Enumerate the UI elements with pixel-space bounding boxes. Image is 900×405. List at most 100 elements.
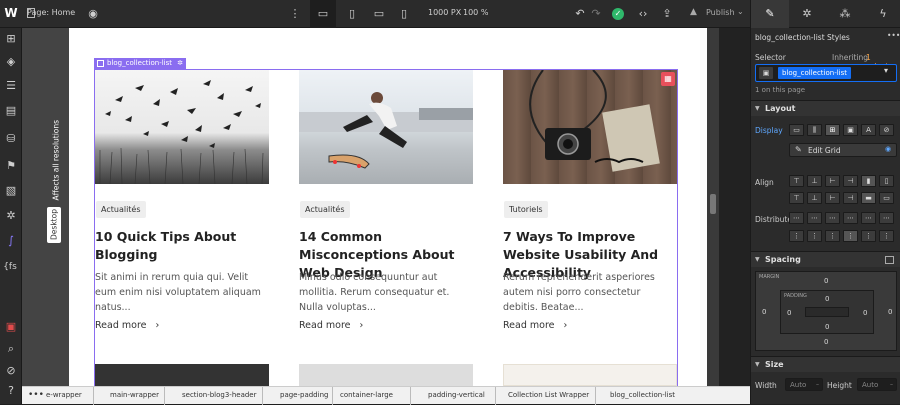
resize-handle[interactable] <box>710 194 716 214</box>
cms-icon[interactable]: ⛁ <box>3 132 19 146</box>
edit-grid-button[interactable]: ✎ Edit Grid ◉ <box>789 143 897 157</box>
tab-interactions-icon[interactable]: ⁂ <box>837 7 853 21</box>
align-button[interactable]: ▬ <box>861 192 876 204</box>
distribute-button[interactable]: ⋯ <box>861 212 876 224</box>
card-title[interactable]: 10 Quick Tips About Blogging <box>95 228 271 264</box>
align-button[interactable]: ⊥ <box>807 175 822 187</box>
distribute-button[interactable]: ⋯ <box>825 212 840 224</box>
distribute-button[interactable]: ⋮ <box>861 230 876 242</box>
blog-card[interactable]: Actualités 14 Common Misconceptions Abou… <box>299 70 473 370</box>
category-tag[interactable]: Tutoriels <box>504 201 548 218</box>
category-tag[interactable]: Actualités <box>96 201 146 218</box>
display-block-button[interactable]: ▭ <box>789 124 804 136</box>
variables-icon[interactable]: {fs <box>2 260 18 274</box>
webflow-logo-icon[interactable]: W <box>4 6 18 20</box>
undo-icon[interactable]: ↶ <box>572 7 588 21</box>
broken-image-badge-icon[interactable]: ▦ <box>661 72 675 86</box>
align-button[interactable]: ▭ <box>879 192 894 204</box>
breadcrumb-item[interactable]: padding-vertical <box>428 391 485 399</box>
assets-icon[interactable]: ▧ <box>3 184 19 198</box>
align-button[interactable]: ⊣ <box>843 175 858 187</box>
ecommerce-icon[interactable]: ⚑ <box>3 159 19 173</box>
breadcrumb-item[interactable]: Collection List Wrapper <box>508 391 589 399</box>
breakpoint-landscape-icon[interactable]: ▭ <box>371 7 387 21</box>
align-button[interactable]: ⊤ <box>789 192 804 204</box>
logic-icon[interactable]: ∫ <box>3 234 19 248</box>
display-inline-block-button[interactable]: ▣ <box>843 124 858 136</box>
tab-lightning-icon[interactable]: ϟ <box>875 7 891 21</box>
display-grid-button[interactable]: ⊞ <box>825 124 840 136</box>
align-button[interactable]: ⊤ <box>789 175 804 187</box>
blog-card[interactable]: Actualités 10 Quick Tips About Blogging … <box>95 70 269 370</box>
selected-element-label[interactable]: blog_collection-list ✲ <box>94 58 187 69</box>
more-vertical-icon[interactable]: ⋮ <box>287 7 303 21</box>
page-canvas[interactable]: blog_collection-list ✲ Actualités 10 Qui… <box>69 28 707 386</box>
breadcrumb-item-current[interactable]: blog_collection-list <box>610 391 675 399</box>
layout-section-header[interactable]: ▼ Layout <box>751 100 900 116</box>
align-button[interactable]: ⊢ <box>825 192 840 204</box>
width-input[interactable]: Auto – <box>785 378 823 391</box>
distribute-button[interactable]: ⋮ <box>789 230 804 242</box>
padding-left-value[interactable]: 0 <box>787 309 791 317</box>
selector-tag[interactable]: blog_collection-list <box>778 67 852 79</box>
align-button[interactable]: ⊢ <box>825 175 840 187</box>
display-flex-button[interactable]: ⫼ <box>807 124 822 136</box>
code-icon[interactable]: ‹› <box>635 7 651 21</box>
publish-button[interactable]: ▲ Publish ⌄ <box>690 7 746 21</box>
element-settings-gear-icon[interactable]: ✲ <box>177 58 183 69</box>
selector-field[interactable]: ▣ blog_collection-list ▾ <box>755 64 897 82</box>
distribute-button[interactable]: ⋮ <box>807 230 822 242</box>
read-more-link[interactable]: Read more › <box>299 320 363 331</box>
distribute-button[interactable]: ⋯ <box>843 212 858 224</box>
settings-gear-icon[interactable]: ✲ <box>3 209 19 223</box>
redo-icon[interactable]: ↷ <box>588 7 604 21</box>
padding-right-value[interactable]: 0 <box>863 309 867 317</box>
navigator-icon[interactable]: ◈ <box>3 55 19 69</box>
category-tag[interactable]: Actualités <box>300 201 350 218</box>
breadcrumb-item[interactable]: page-padding <box>280 391 328 399</box>
distribute-button[interactable]: ⋯ <box>879 212 894 224</box>
more-icon[interactable]: ••• <box>887 31 900 40</box>
breadcrumb-item[interactable]: section-blog3-header <box>182 391 257 399</box>
breadcrumb-item[interactable]: container-large <box>340 391 393 399</box>
distribute-button[interactable]: ⋯ <box>789 212 804 224</box>
breadcrumb-item[interactable]: e-wrapper <box>46 391 82 399</box>
audit-icon[interactable]: ⊘ <box>3 364 19 378</box>
margin-bottom-value[interactable]: 0 <box>824 338 828 346</box>
margin-right-value[interactable]: 0 <box>888 308 892 316</box>
align-button[interactable]: ▮ <box>861 175 876 187</box>
align-button[interactable]: ⊣ <box>843 192 858 204</box>
tab-settings-gear-icon[interactable]: ✲ <box>799 7 815 21</box>
read-more-link[interactable]: Read more › <box>95 320 159 331</box>
distribute-button[interactable]: ⋮ <box>879 230 894 242</box>
canvas-width[interactable]: 1000 PX <box>428 8 461 17</box>
margin-left-value[interactable]: 0 <box>762 308 766 316</box>
breakpoint-desktop-button[interactable]: ▭ <box>310 0 336 28</box>
search-icon[interactable]: ⌕ <box>3 342 19 356</box>
add-panel-icon[interactable]: ⊞ <box>3 32 19 46</box>
align-button[interactable]: ⊥ <box>807 192 822 204</box>
size-section-header[interactable]: ▼ Size <box>751 356 900 372</box>
display-inline-button[interactable]: A <box>861 124 876 136</box>
spacing-section-header[interactable]: ▼ Spacing <box>751 251 900 267</box>
padding-top-value[interactable]: 0 <box>825 295 829 303</box>
read-more-link[interactable]: Read more › <box>503 320 567 331</box>
help-icon[interactable]: ? <box>3 384 19 398</box>
pages-icon[interactable]: ▤ <box>3 104 19 118</box>
distribute-button[interactable]: ⋮ <box>825 230 840 242</box>
margin-top-value[interactable]: 0 <box>824 277 828 285</box>
preview-eye-icon[interactable]: ◉ <box>85 7 101 21</box>
blog-card[interactable]: ▦ Tutoriels 7 Ways To Improve Website Us… <box>503 70 677 370</box>
components-icon[interactable]: ☰ <box>3 79 19 93</box>
export-icon[interactable]: ⇪ <box>659 7 675 21</box>
breakpoint-tablet-icon[interactable]: ▯ <box>344 7 360 21</box>
distribute-button[interactable]: ⋮ <box>843 230 858 242</box>
record-icon[interactable]: ▣ <box>3 320 19 334</box>
zoom-level[interactable]: 100 % <box>463 8 488 17</box>
display-none-button[interactable]: ⊘ <box>879 124 894 136</box>
align-button[interactable]: ▯ <box>879 175 894 187</box>
spacing-toggle-icon[interactable] <box>885 256 894 264</box>
selector-dropdown-icon[interactable]: ▾ <box>884 66 888 75</box>
breadcrumb-more-icon[interactable]: ••• <box>28 390 44 400</box>
distribute-button[interactable]: ⋯ <box>807 212 822 224</box>
